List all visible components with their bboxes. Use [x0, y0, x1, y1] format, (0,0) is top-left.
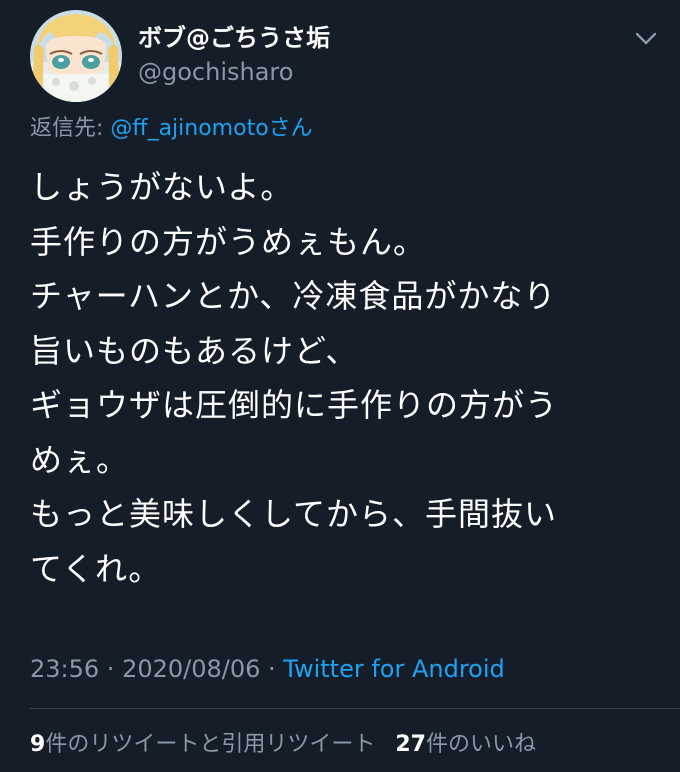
tweet-source-link[interactable]: Twitter for Android	[283, 655, 504, 683]
tweet-line: もっと美味しくしてから、手間抜い	[30, 495, 558, 533]
retweets-count: 9	[30, 732, 46, 757]
likes-count: 27	[395, 732, 426, 757]
avatar-image	[30, 10, 122, 102]
chevron-down-icon	[635, 32, 657, 45]
tweet-stats: 9件のリツイートと引用リツイート 27件のいいね	[30, 728, 536, 762]
tweet-line: チャーハンとか、冷凍食品がかなり	[30, 277, 557, 315]
likes-stat[interactable]: 27件のいいね	[395, 732, 536, 757]
reply-prefix: 返信先:	[30, 116, 111, 141]
more-options-button[interactable]	[628, 24, 664, 52]
tweet-line: 旨いものもあるけど、	[30, 331, 359, 370]
display-name[interactable]: ボブ@ごちうさ垢	[138, 22, 330, 54]
likes-label: 件のいいね	[425, 732, 536, 757]
username[interactable]: @gochisharo	[138, 56, 293, 88]
retweets-label: 件のリツイートと引用リツイート	[45, 732, 376, 757]
reply-mention-link[interactable]: @ff_ajinomoto	[110, 116, 268, 141]
avatar[interactable]	[30, 10, 122, 102]
tweet-line: 手作りの方がうめぇもん。	[30, 222, 427, 261]
reply-context: 返信先: @ff_ajinomotoさん	[30, 114, 313, 144]
tweet-line: しょうがないよ。	[30, 168, 294, 206]
tweet-line: てくれ。	[30, 549, 162, 588]
meta-separator: ·	[260, 655, 284, 683]
divider	[30, 708, 680, 709]
tweet-text: しょうがないよ。 手作りの方がうめぇもん。 チャーハンとか、冷凍食品がかなり 旨…	[30, 160, 660, 596]
tweet-line: ギョウザは圧倒的に手作りの方がう	[30, 386, 559, 424]
tweet-date[interactable]: 2020/08/06	[122, 655, 260, 683]
retweets-stat[interactable]: 9件のリツイートと引用リツイート	[30, 732, 375, 757]
tweet-line: めぇ。	[30, 440, 130, 479]
meta-separator: ·	[99, 655, 123, 683]
reply-suffix: さん	[268, 116, 313, 141]
tweet-time[interactable]: 23:56	[30, 655, 99, 683]
tweet-meta: 23:56 · 2020/08/06 · Twitter for Android	[30, 652, 505, 686]
